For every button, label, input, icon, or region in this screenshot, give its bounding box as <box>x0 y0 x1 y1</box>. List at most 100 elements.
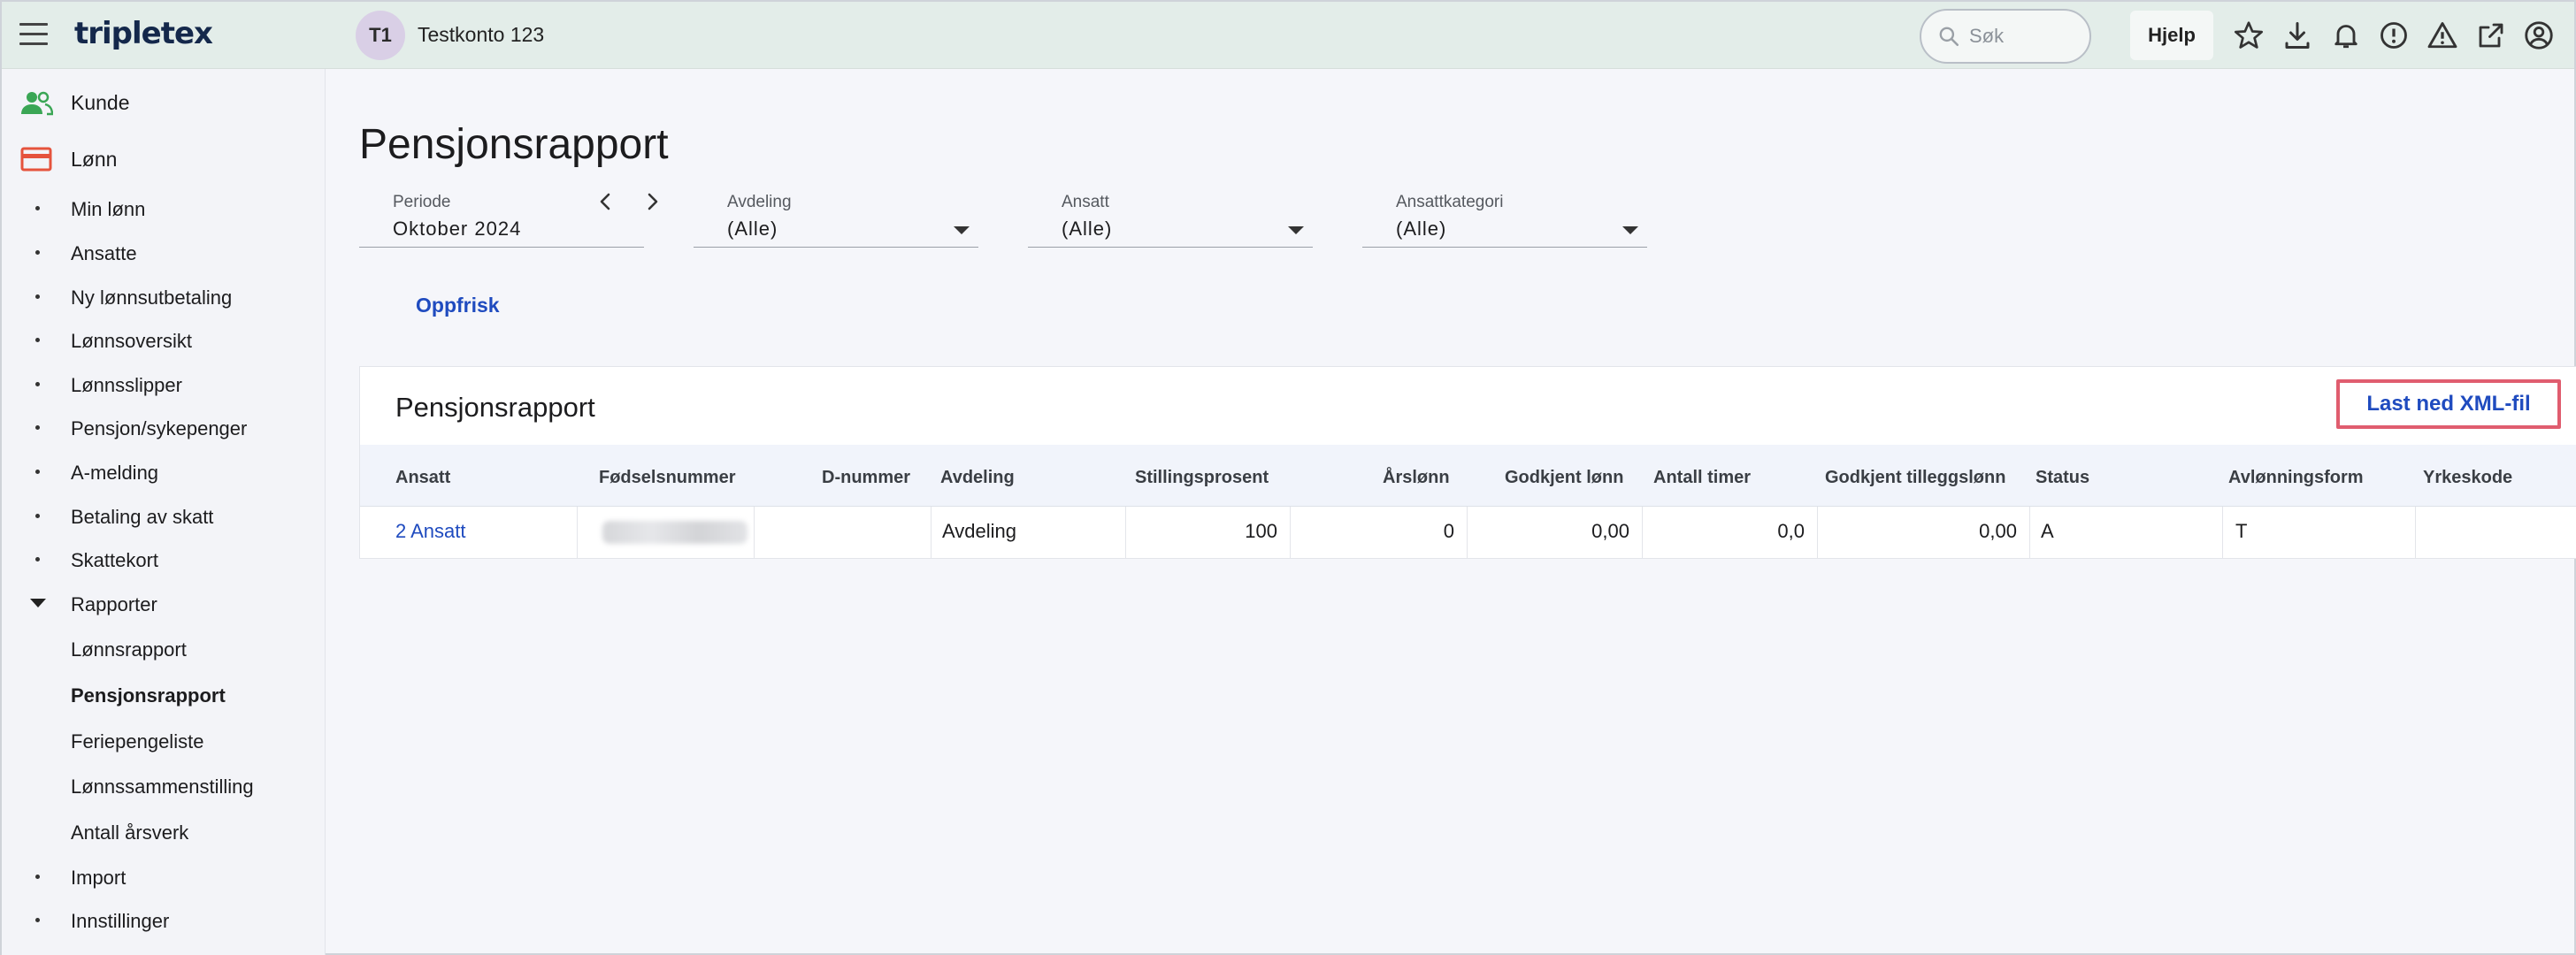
bullet <box>35 338 40 342</box>
avdeling-value: (Alle) <box>727 218 778 240</box>
sidebar-item-innstillinger[interactable]: Innstillinger <box>2 903 320 938</box>
ansatt-select[interactable]: Ansatt (Alle) <box>1028 191 1313 248</box>
sidebar-item-a-melding[interactable]: A-melding <box>2 455 320 490</box>
column-header[interactable]: Stillingsprosent <box>1135 468 1269 488</box>
menu-icon[interactable] <box>19 23 48 46</box>
avdeling-label: Avdeling <box>727 193 792 211</box>
sidebar-item-betaling-av-skatt[interactable]: Betaling av skatt <box>2 499 320 534</box>
employee-link[interactable]: 2 Ansatt <box>395 520 466 543</box>
cell-antall-timer: 0,0 <box>1643 507 1818 558</box>
avdeling-select[interactable]: Avdeling (Alle) <box>694 191 978 248</box>
sidebar-item-label: Pensjonsrapport <box>71 684 226 707</box>
column-header[interactable]: Godkjent lønn <box>1505 468 1623 488</box>
cell-status: A <box>2030 507 2223 558</box>
sidebar-item-import[interactable]: Import <box>2 860 320 895</box>
avlonningsform-value: T <box>2235 520 2248 542</box>
sidebar-item-lonnsrapport[interactable]: Lønnsrapport <box>2 631 320 667</box>
sidebar-item-label: Antall årsverk <box>71 821 189 844</box>
chevron-left-icon[interactable] <box>593 186 617 218</box>
dropdown-arrow-icon <box>954 226 970 234</box>
external-link-icon[interactable] <box>2475 19 2507 51</box>
status-value: A <box>2041 520 2054 542</box>
sidebar-item-pensjon-sykepenger[interactable]: Pensjon/sykepenger <box>2 410 320 446</box>
warning-icon[interactable] <box>2426 19 2458 51</box>
sidebar-item-lonnssammenstilling[interactable]: Lønnssammenstilling <box>2 768 320 804</box>
sidebar-item-min-lonn[interactable]: Min lønn <box>2 191 320 226</box>
column-header[interactable]: D-nummer <box>822 468 910 488</box>
sidebar-item-antall-arsverk[interactable]: Antall årsverk <box>2 814 320 850</box>
column-header[interactable]: Årslønn <box>1383 468 1450 488</box>
godkjent-tilleggslonn-value: 0,00 <box>1979 520 2017 542</box>
caret-down-icon <box>30 599 46 607</box>
search-placeholder: Søk <box>1969 25 2005 47</box>
periode-label: Periode <box>393 193 451 211</box>
sidebar-item-rapporter[interactable]: Rapporter <box>2 586 320 622</box>
cell-arslonn: 0 <box>1291 507 1468 558</box>
cell-ansatt[interactable]: 2 Ansatt <box>360 507 578 558</box>
bullet <box>35 425 40 430</box>
sidebar-item-skattekort[interactable]: Skattekort <box>2 542 320 577</box>
logo[interactable]: tripletex <box>74 16 213 51</box>
sidebar-item-label: Pensjon/sykepenger <box>71 417 248 439</box>
report-card: Pensjonsrapport Last ned XML-fil Ansatt … <box>359 366 2576 559</box>
search-icon <box>1939 27 1959 47</box>
column-header[interactable]: Godkjent tilleggslønn <box>1825 468 2005 488</box>
godkjent-lonn-value: 0,00 <box>1591 520 1629 542</box>
bell-icon[interactable] <box>2330 19 2362 51</box>
column-header[interactable]: Ansatt <box>395 468 450 488</box>
column-header[interactable]: Antall timer <box>1653 468 1751 488</box>
ansattkategori-label: Ansattkategori <box>1396 193 1504 211</box>
sidebar-item-feriepengeliste[interactable]: Feriepengeliste <box>2 723 320 759</box>
download-xml-button[interactable]: Last ned XML-fil <box>2336 379 2561 429</box>
sidebar-item-label: Ansatte <box>71 242 137 264</box>
bullet <box>35 206 40 210</box>
ansattkategori-select[interactable]: Ansattkategori (Alle) <box>1362 191 1647 248</box>
download-icon[interactable] <box>2281 19 2313 51</box>
arslonn-value: 0 <box>1443 520 1454 542</box>
column-header[interactable]: Status <box>2036 468 2089 488</box>
sidebar-item-ny-lonnsutbetaling[interactable]: Ny lønnsutbetaling <box>2 279 320 315</box>
user-circle-icon[interactable] <box>2523 19 2555 51</box>
report-title: Pensjonsrapport <box>395 392 595 423</box>
avdeling-value: Avdeling <box>942 520 1016 542</box>
sidebar-item-lonnsoversikt[interactable]: Lønnsoversikt <box>2 323 320 358</box>
sidebar-item-label: Lønn <box>71 147 118 171</box>
help-button[interactable]: Hjelp <box>2130 11 2213 60</box>
chevron-right-icon[interactable] <box>640 186 665 218</box>
cell-fodselsnummer <box>578 507 755 558</box>
refresh-button[interactable]: Oppfrisk <box>416 294 500 317</box>
table-row: 2 Ansatt Avdeling 100 0 0,00 0,0 0,00 A … <box>360 507 2576 558</box>
cell-avlonningsform: T <box>2223 507 2416 558</box>
sidebar-item-kunde[interactable]: Kunde <box>2 85 320 120</box>
cell-d-nummer <box>755 507 932 558</box>
account-name[interactable]: Testkonto 123 <box>418 23 544 47</box>
column-header[interactable]: Avdeling <box>940 468 1015 488</box>
column-header[interactable]: Avlønningsform <box>2228 468 2364 488</box>
antall-timer-value: 0,0 <box>1777 520 1805 542</box>
search-input[interactable]: Søk <box>1920 9 2091 64</box>
users-icon <box>21 91 53 116</box>
column-header[interactable]: Fødselsnummer <box>599 468 735 488</box>
sidebar-item-pensjonsrapport[interactable]: Pensjonsrapport <box>2 677 320 713</box>
sidebar-item-lonnsslipper[interactable]: Lønnsslipper <box>2 367 320 402</box>
sidebar-item-label: Rapporter <box>71 593 157 615</box>
sidebar-item-label: Innstillinger <box>71 910 170 932</box>
info-circle-icon[interactable] <box>2378 19 2410 51</box>
star-icon[interactable] <box>2233 19 2265 51</box>
sidebar-item-label: Kunde <box>71 90 130 114</box>
bullet <box>35 294 40 299</box>
dropdown-arrow-icon <box>1288 226 1304 234</box>
sidebar-item-lonn[interactable]: Lønn <box>2 141 320 177</box>
stillingsprosent-value: 100 <box>1245 520 1277 542</box>
account-avatar[interactable]: T1 <box>356 11 405 60</box>
cell-avdeling: Avdeling <box>932 507 1126 558</box>
cell-godkjent-tilleggslonn: 0,00 <box>1818 507 2030 558</box>
sidebar: Kunde Lønn Min lønn Ansatte Ny lønnsutbe… <box>2 69 326 955</box>
bullet <box>35 514 40 518</box>
cell-stillingsprosent: 100 <box>1126 507 1291 558</box>
column-header[interactable]: Yrkeskode <box>2423 468 2512 488</box>
bullet <box>35 382 40 386</box>
sidebar-item-label: Lønnsoversikt <box>71 330 192 352</box>
sidebar-item-label: Lønnsslipper <box>71 374 182 396</box>
sidebar-item-ansatte[interactable]: Ansatte <box>2 235 320 271</box>
